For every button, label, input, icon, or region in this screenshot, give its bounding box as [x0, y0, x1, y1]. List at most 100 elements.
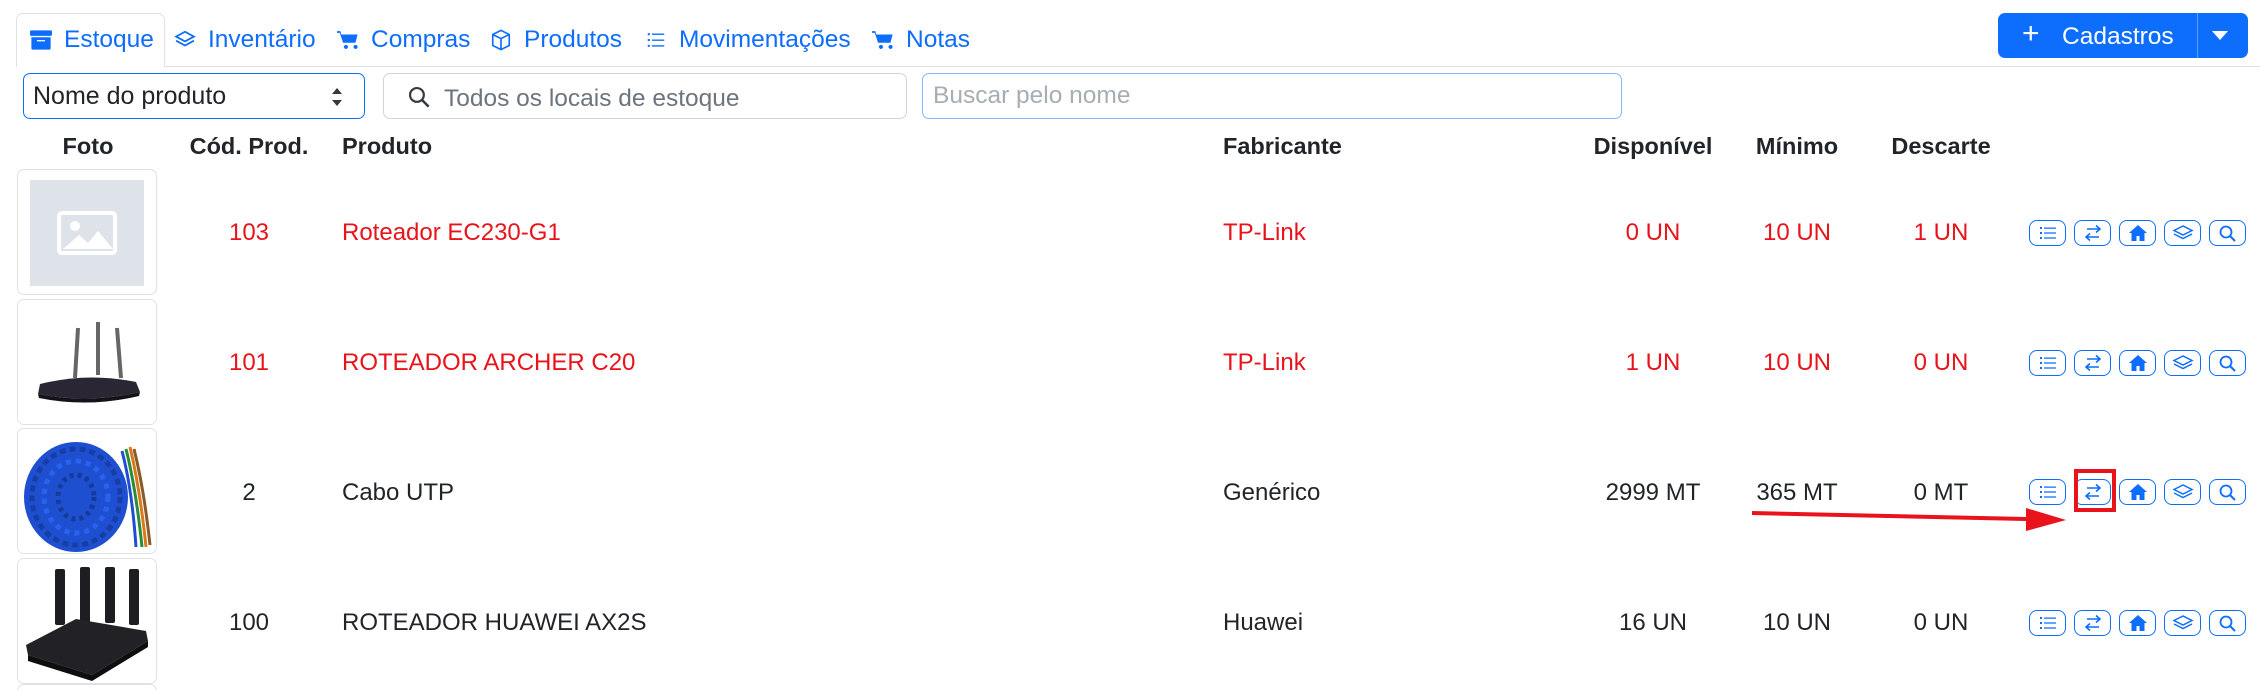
- placeholder-image-icon: [57, 211, 117, 255]
- search-icon: [2219, 484, 2236, 501]
- list-icon: [2039, 227, 2056, 239]
- details-button[interactable]: [2029, 220, 2066, 246]
- placeholder-image-area: [30, 180, 144, 286]
- sort-select-value: Nome do produto: [33, 82, 227, 110]
- router-photo: [18, 300, 156, 424]
- nav-tabs: Estoque Inventário Compras Produtos Movi…: [16, 13, 2260, 68]
- cell-discard: 0 UN: [1913, 609, 1969, 636]
- list-icon: [2039, 357, 2056, 369]
- header-produto: Produto: [342, 133, 433, 159]
- cell-product: Roteador EC230-G1: [342, 219, 561, 246]
- search-icon: [2219, 355, 2236, 372]
- router-photo: [18, 559, 156, 683]
- view-button[interactable]: [2209, 220, 2246, 246]
- tab-estoque[interactable]: Estoque: [16, 13, 165, 68]
- header-descarte: Descarte: [1891, 133, 1991, 159]
- tab-movimentacoes[interactable]: Movimentações: [645, 13, 851, 67]
- layers-icon: [2171, 615, 2194, 630]
- cell-minimum: 10 UN: [1762, 349, 1832, 376]
- view-button[interactable]: [2209, 610, 2246, 636]
- inventory-button[interactable]: [2164, 350, 2201, 376]
- view-button[interactable]: [2209, 350, 2246, 376]
- house-icon: [2128, 355, 2147, 371]
- layers-icon: [174, 30, 196, 47]
- chevron-down-icon[interactable]: [2212, 31, 2228, 40]
- box-icon: [491, 29, 511, 51]
- inventory-button[interactable]: [2164, 220, 2201, 246]
- cell-maker: TP-Link: [1223, 349, 1306, 376]
- sort-select[interactable]: Nome do produto: [23, 73, 365, 119]
- cell-code: 2: [242, 479, 256, 506]
- cell-discard: 0 UN: [1913, 349, 1969, 376]
- location-filter-placeholder: Todos os locais de estoque: [444, 85, 740, 112]
- inventory-button[interactable]: [2164, 479, 2201, 505]
- location-button[interactable]: [2119, 479, 2156, 505]
- product-photo: [17, 558, 157, 684]
- list-icon: [2039, 617, 2056, 629]
- header-foto: Foto: [62, 133, 114, 159]
- header-fabricante: Fabricante: [1223, 133, 1342, 159]
- transfer-button[interactable]: [2074, 610, 2111, 636]
- row-actions: [2029, 220, 2246, 246]
- search-icon: [2219, 615, 2236, 632]
- transfer-arrows-icon: [2084, 354, 2101, 372]
- layers-icon: [2171, 355, 2194, 370]
- annotation-highlight-box: [2074, 469, 2116, 512]
- tab-produtos[interactable]: Produtos: [490, 13, 622, 67]
- annotation-arrow: [1751, 508, 2066, 531]
- transfer-button[interactable]: [2074, 220, 2111, 246]
- product-photo: [17, 428, 157, 554]
- transfer-button[interactable]: [2074, 350, 2111, 376]
- location-button[interactable]: [2119, 350, 2156, 376]
- cell-available: 1 UN: [1625, 349, 1681, 376]
- cell-minimum: 10 UN: [1762, 219, 1832, 246]
- house-icon: [2128, 615, 2147, 631]
- transfer-arrows-icon: [2084, 224, 2101, 242]
- house-icon: [2128, 225, 2147, 241]
- transfer-arrows-icon: [2084, 614, 2101, 632]
- list-icon: [647, 33, 665, 47]
- details-button[interactable]: [2029, 610, 2066, 636]
- plus-icon: +: [2022, 17, 2040, 50]
- location-filter[interactable]: Todos os locais de estoque: [383, 73, 907, 119]
- cart-icon: [337, 31, 358, 49]
- inventory-button[interactable]: [2164, 610, 2201, 636]
- cell-available: 2999 MT: [1605, 479, 1701, 506]
- cell-minimum: 10 UN: [1762, 609, 1832, 636]
- product-photo: [17, 684, 157, 690]
- tab-inventario[interactable]: Inventário: [174, 13, 316, 67]
- header-disponivel: Disponível: [1593, 133, 1713, 159]
- cart-icon: [872, 31, 893, 49]
- product-photo: [17, 299, 157, 425]
- cable-spool-photo: [18, 429, 156, 553]
- product-photo: [17, 169, 157, 295]
- cadastros-label: Cadastros: [2062, 23, 2174, 50]
- header-minimo: Mínimo: [1755, 133, 1839, 159]
- archive-icon: [30, 30, 52, 50]
- cell-maker: Huawei: [1223, 609, 1304, 636]
- layers-icon: [2171, 225, 2194, 240]
- cell-product: ROTEADOR ARCHER C20: [342, 349, 636, 376]
- cell-code: 101: [228, 349, 270, 376]
- search-icon: [408, 86, 430, 108]
- tab-notas[interactable]: Notas: [872, 13, 970, 67]
- cell-product: Cabo UTP: [342, 479, 455, 506]
- house-icon: [2128, 484, 2147, 500]
- row-actions: [2029, 610, 2246, 636]
- search-icon: [2219, 225, 2236, 242]
- details-button[interactable]: [2029, 350, 2066, 376]
- select-arrows-icon: [332, 88, 342, 106]
- header-codigo: Cód. Prod.: [189, 133, 309, 159]
- search-input[interactable]: [922, 73, 1622, 119]
- cell-product: ROTEADOR HUAWEI AX2S: [342, 609, 647, 636]
- cell-discard: 1 UN: [1913, 219, 1969, 246]
- cell-maker: TP-Link: [1223, 219, 1306, 246]
- split-divider: [2197, 13, 2198, 58]
- location-button[interactable]: [2119, 610, 2156, 636]
- cadastros-button[interactable]: + Cadastros: [1998, 13, 2248, 58]
- view-button[interactable]: [2209, 479, 2246, 505]
- location-button[interactable]: [2119, 220, 2156, 246]
- tab-compras[interactable]: Compras: [337, 13, 470, 67]
- layers-icon: [2171, 484, 2194, 499]
- cell-maker: Genérico: [1223, 479, 1321, 506]
